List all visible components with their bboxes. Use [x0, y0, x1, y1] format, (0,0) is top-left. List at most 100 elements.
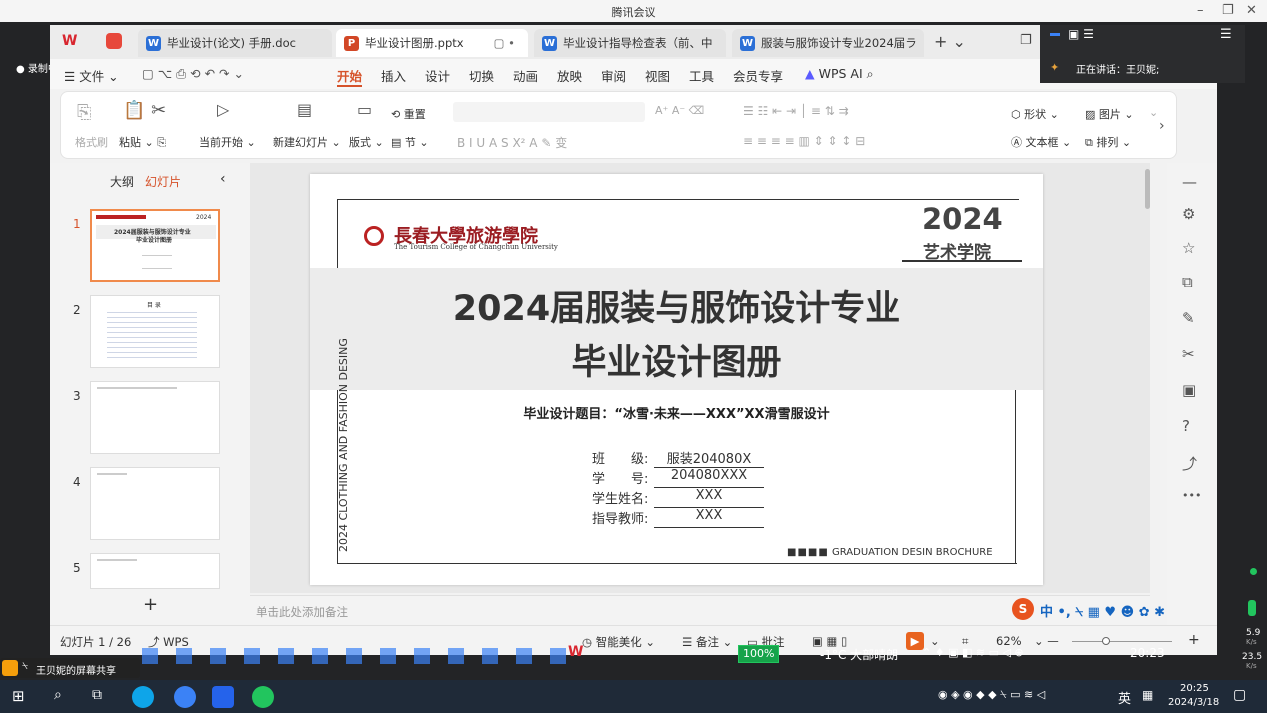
slide[interactable]: 長春大學旅游學院 The Tourism College of Changchu…: [310, 174, 1043, 585]
text-format-icons[interactable]: B I U A S X² A ✎ 变: [457, 134, 567, 151]
tools-icon[interactable]: ✂: [1182, 345, 1195, 363]
field-value: XXX: [654, 488, 764, 508]
more-options-icon[interactable]: •••: [1182, 489, 1201, 502]
align-icons[interactable]: ≡ ≡ ≡ ≡ ▥ ⇕ ⇕ ↕ ⊟: [743, 134, 865, 148]
help-icon[interactable]: ?: [1182, 417, 1190, 435]
format-brush-label[interactable]: 格式刷: [75, 134, 108, 150]
slide-thumbnail-4[interactable]: [90, 467, 220, 540]
cloud-icon[interactable]: ▢ •: [494, 36, 515, 50]
new-tab-icon[interactable]: + ⌄: [934, 32, 966, 51]
menu-item-transition[interactable]: 切换: [469, 66, 494, 85]
menu-item-home[interactable]: 开始: [337, 66, 363, 87]
system-tray-icons[interactable]: ◉ ◈ ◉ ◆ ◆ ⍀ ▭ ≋ ◁: [938, 688, 1045, 702]
minimize-button[interactable]: –: [1197, 3, 1204, 18]
ribbon-scroll-right-icon[interactable]: ›: [1159, 118, 1165, 134]
paste-label[interactable]: 粘贴 ⌄ ⎘: [119, 134, 166, 150]
task-view-icon[interactable]: ⧉: [92, 687, 102, 703]
slides-tab[interactable]: 幻灯片: [145, 173, 181, 190]
copy-icon[interactable]: ⧉: [1182, 273, 1193, 291]
pdf-app-icon[interactable]: [106, 33, 122, 49]
edit-icon[interactable]: ✎: [1182, 309, 1195, 327]
net-down: 23.5: [1242, 652, 1263, 662]
inner-clock: 20:23: [1130, 646, 1165, 660]
font-selector[interactable]: [453, 102, 645, 122]
layout-button[interactable]: 版式 ⌄: [349, 134, 384, 150]
menu-item-tools[interactable]: 工具: [689, 66, 714, 85]
star-icon[interactable]: ☆: [1182, 239, 1195, 257]
settings-icon[interactable]: ⚙: [1182, 205, 1195, 223]
notification-icon[interactable]: ▢: [1233, 687, 1246, 703]
font-size-icons[interactable]: A⁺ A⁻ ⌫: [655, 104, 704, 117]
tab-doc-1[interactable]: W 毕业设计(论文) 手册.doc: [138, 29, 332, 57]
minus-icon[interactable]: —: [1182, 173, 1197, 191]
tab-doc-4[interactable]: W 服装与服饰设计专业2024届ラ: [732, 29, 924, 57]
outline-tab[interactable]: 大纲: [110, 173, 134, 190]
play-icon[interactable]: ▷: [217, 100, 229, 119]
ime-icon[interactable]: ▦: [1142, 688, 1153, 702]
slide-thumbnail-3[interactable]: [90, 381, 220, 454]
shape-button[interactable]: ⬡ 形状 ⌄: [1011, 106, 1059, 122]
image-button[interactable]: ▨ 图片 ⌄: [1085, 106, 1134, 122]
menu-item-member[interactable]: 会员专享: [733, 66, 783, 85]
arrange-button[interactable]: ⧉ 排列 ⌄: [1085, 134, 1131, 150]
share-icon[interactable]: ⤴: [1182, 453, 1197, 474]
field-value: 服装204080X: [654, 448, 764, 468]
meeting-title: 腾讯会议: [611, 6, 656, 19]
textbox-button[interactable]: Ⓐ 文本框 ⌄: [1011, 134, 1071, 150]
add-slide-button[interactable]: +: [143, 594, 158, 615]
input-method-bar[interactable]: S 中 •, ⍀ ▦ ♥ ☻ ✿ ✱: [1010, 598, 1215, 620]
book-icon[interactable]: ▣: [1182, 381, 1196, 399]
input-method-tools[interactable]: 中 •, ⍀ ▦ ♥ ☻ ✿ ✱: [1040, 601, 1165, 620]
brochure-text: GRADUATION DESIN BROCHURE: [831, 547, 993, 558]
close-button[interactable]: ✕: [1246, 3, 1257, 18]
slide-number: 4: [73, 475, 81, 489]
menu-item-insert[interactable]: 插入: [381, 66, 406, 85]
play-from-current-button[interactable]: 当前开始 ⌄: [199, 134, 256, 150]
layout-icon[interactable]: ▭: [357, 100, 372, 119]
file-menu[interactable]: ☰ 文件 ⌄: [64, 66, 119, 85]
overlay-menu-icon[interactable]: ☰: [1220, 27, 1232, 42]
quick-access-icons[interactable]: ▢ ⌥ ⎙ ⟲ ↶ ↷ ⌄: [142, 66, 244, 82]
screen-share-banner[interactable]: ⍀ 王贝妮的屏幕共享: [0, 658, 140, 678]
overlay-minimize-icon[interactable]: [1050, 33, 1060, 36]
menu-item-design[interactable]: 设计: [425, 66, 450, 85]
canvas-scrollbar[interactable]: [1145, 169, 1150, 209]
format-brush-icon[interactable]: ⎘: [77, 102, 91, 123]
new-slide-button[interactable]: 新建幻灯片 ⌄: [273, 134, 341, 150]
app-k-icon[interactable]: [174, 686, 196, 708]
language-indicator[interactable]: 英: [1118, 688, 1131, 707]
tab-doc-3[interactable]: W 毕业设计指导检查表（前、中: [534, 29, 726, 57]
meeting-app-icon[interactable]: [212, 686, 234, 708]
wechat-icon[interactable]: [252, 686, 274, 708]
more-icon[interactable]: ⌄: [1149, 106, 1158, 119]
restore-button[interactable]: ❐: [1222, 3, 1234, 18]
paste-icon[interactable]: 📋 ✂: [123, 100, 166, 121]
slide-thumbnail-5[interactable]: [90, 553, 220, 589]
new-slide-icon[interactable]: ▤: [297, 100, 312, 119]
collapse-panel-icon[interactable]: ‹: [220, 171, 226, 187]
tab-doc-2[interactable]: P 毕业设计图册.pptx ▢ •: [336, 29, 528, 57]
reset-text: 重置: [403, 108, 426, 121]
menu-item-animation[interactable]: 动画: [513, 66, 538, 85]
window-mode-icon[interactable]: ❐: [1020, 33, 1032, 48]
tray-icons[interactable]: ⌃ ♦ ▣ ◧ ≋ ▭ ◁ ⊕: [922, 646, 1024, 659]
weather-text: -1°C 大部晴朗: [820, 648, 899, 662]
taskbar-date: 2024/3/18: [1168, 697, 1220, 708]
list-icons[interactable]: ☰ ☷ ⇤ ⇥ │ ≡ ⇅ ⇉: [743, 104, 849, 118]
menu-item-review[interactable]: 审阅: [601, 66, 626, 85]
wps-ai-button[interactable]: ▲ WPS AI ⌕: [805, 66, 874, 82]
slide-thumbnail-2[interactable]: 目 录: [90, 295, 220, 368]
menu-item-view[interactable]: 视图: [645, 66, 670, 85]
thumb-fields: [142, 255, 172, 269]
slide-thumbnail-1[interactable]: 2024 2024届服装与服饰设计专业 毕业设计图册: [90, 209, 220, 282]
section-button[interactable]: ▤ 节 ⌄: [391, 134, 429, 150]
reset-button[interactable]: ⟲ 重置: [391, 106, 426, 122]
wps-logo-icon[interactable]: W: [62, 33, 80, 51]
school-logo-icon: [364, 226, 384, 246]
menu-item-slideshow[interactable]: 放映: [557, 66, 582, 85]
net-up-unit: K/s: [1246, 638, 1257, 646]
start-icon[interactable]: ⊞: [12, 687, 25, 705]
search-icon[interactable]: ⌕: [54, 687, 62, 703]
browser-icon[interactable]: [132, 686, 154, 708]
overlay-window-icons[interactable]: ▣ ☰: [1068, 27, 1094, 41]
